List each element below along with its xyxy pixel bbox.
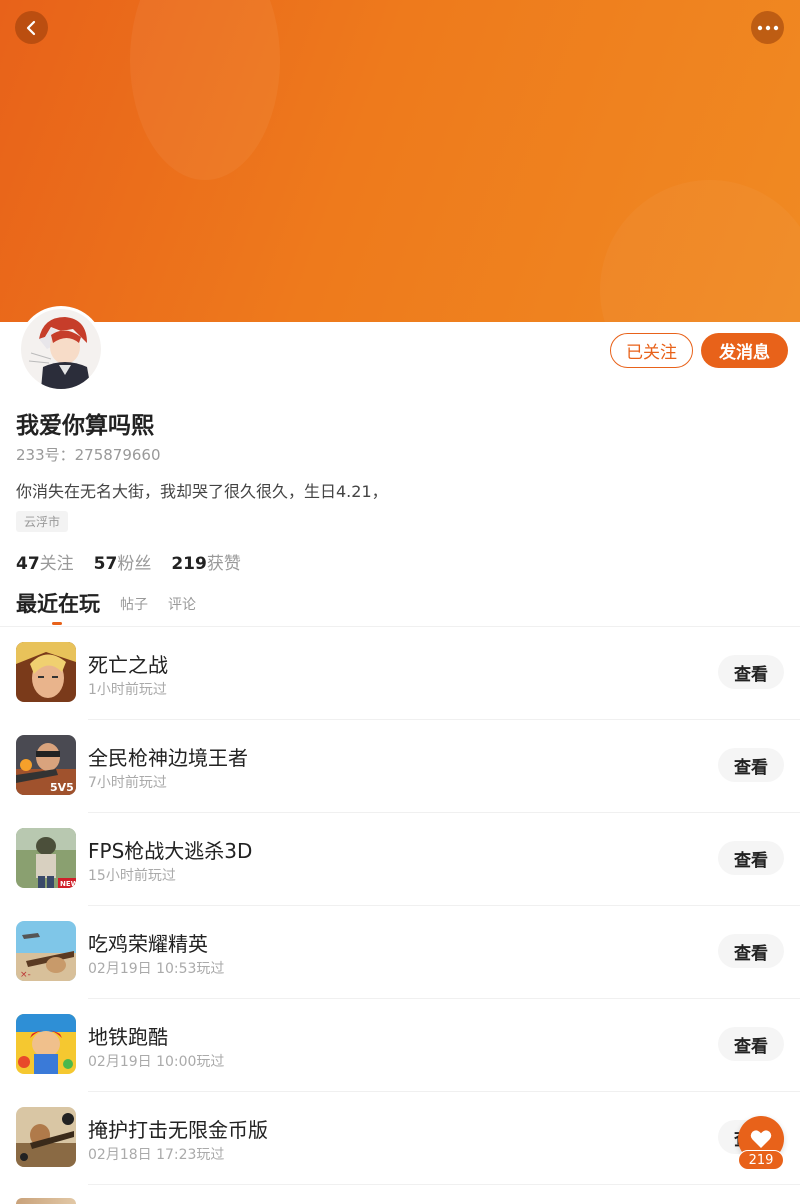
like-count-badge: 219 xyxy=(738,1150,784,1170)
stat-following[interactable]: 47关注 xyxy=(16,549,74,574)
avatar[interactable] xyxy=(18,306,104,392)
user-bio: 你消失在无名大街，我却哭了很久很久，生日4.21， xyxy=(16,482,388,501)
svg-text:×-: ×- xyxy=(20,970,31,980)
stat-number: 57 xyxy=(93,554,118,574)
soldier-icon: NEW xyxy=(16,828,76,888)
list-item[interactable]: NEW FPS枪战大逃杀3D 15小时前玩过 查看 xyxy=(0,813,800,906)
recent-games-list: 死亡之战 1小时前玩过 查看 5V5 全民枪神边境王者 7小时前玩过 查看 NE… xyxy=(0,627,800,1185)
stat-fans[interactable]: 57粉丝 xyxy=(94,549,152,574)
tab-recently-played[interactable]: 最近在玩 xyxy=(16,588,100,620)
view-button[interactable]: 查看 xyxy=(718,655,784,689)
following-button[interactable]: 已关注 xyxy=(610,333,693,368)
game-last-played: 02月19日 10:53玩过 xyxy=(88,961,225,977)
location-tag: 云浮市 xyxy=(16,511,69,532)
next-game-icon-partial xyxy=(16,1198,76,1204)
subway-runner-icon xyxy=(16,1014,76,1074)
svg-text:5V5: 5V5 xyxy=(50,781,74,794)
list-item[interactable]: ×- 吃鸡荣耀精英 02月19日 10:53玩过 查看 xyxy=(0,906,800,999)
cover-strike-icon xyxy=(16,1107,76,1167)
send-message-button[interactable]: 发消息 xyxy=(701,333,788,368)
tab-posts[interactable]: 帖子 xyxy=(120,594,148,620)
back-button[interactable] xyxy=(15,11,48,44)
list-item[interactable]: 5V5 全民枪神边境王者 7小时前玩过 查看 xyxy=(0,720,800,813)
stat-label: 关注 xyxy=(39,554,74,574)
username: 我爱你算吗熙 xyxy=(16,413,154,439)
game-title: FPS枪战大逃杀3D xyxy=(88,839,253,863)
stat-number: 219 xyxy=(171,554,207,574)
game-title: 死亡之战 xyxy=(88,653,168,677)
game-last-played: 02月19日 10:00玩过 xyxy=(88,1054,225,1070)
hero-face-icon xyxy=(16,642,76,702)
more-dots-icon xyxy=(757,25,778,30)
stat-number: 47 xyxy=(16,554,40,574)
shooter-icon: 5V5 xyxy=(16,735,76,795)
view-button[interactable]: 查看 xyxy=(718,1027,784,1061)
svg-text:NEW: NEW xyxy=(60,880,76,888)
anime-avatar-icon xyxy=(21,309,101,389)
tab-comments[interactable]: 评论 xyxy=(168,594,196,620)
game-title: 地铁跑酷 xyxy=(88,1025,168,1049)
active-tab-indicator xyxy=(52,622,62,625)
chevron-left-icon xyxy=(26,20,35,35)
game-last-played: 15小时前玩过 xyxy=(88,868,176,884)
list-item[interactable]: 死亡之战 1小时前玩过 查看 xyxy=(0,627,800,720)
profile-tabs: 最近在玩 帖子 评论 xyxy=(16,588,196,620)
profile-stats: 47关注 57粉丝 219获赞 xyxy=(16,549,241,574)
stat-likes[interactable]: 219获赞 xyxy=(171,549,241,574)
game-last-played: 02月18日 17:23玩过 xyxy=(88,1147,225,1163)
user-id: 233号：275879660 xyxy=(16,446,161,464)
heart-icon xyxy=(750,1130,772,1148)
game-title: 全民枪神边境王者 xyxy=(88,746,248,770)
stat-label: 获赞 xyxy=(206,554,241,574)
more-button[interactable] xyxy=(751,11,784,44)
profile-banner xyxy=(0,0,800,322)
game-title: 掩护打击无限金币版 xyxy=(88,1118,268,1142)
sniper-icon: ×- xyxy=(16,921,76,981)
view-button[interactable]: 查看 xyxy=(718,748,784,782)
view-button[interactable]: 查看 xyxy=(718,841,784,875)
list-item[interactable]: 地铁跑酷 02月19日 10:00玩过 查看 xyxy=(0,999,800,1092)
game-last-played: 1小时前玩过 xyxy=(88,682,167,698)
stat-label: 粉丝 xyxy=(117,554,152,574)
view-button[interactable]: 查看 xyxy=(718,934,784,968)
game-last-played: 7小时前玩过 xyxy=(88,775,167,791)
list-item[interactable]: 掩护打击无限金币版 02月18日 17:23玩过 查看 xyxy=(0,1092,800,1185)
game-title: 吃鸡荣耀精英 xyxy=(88,932,208,956)
